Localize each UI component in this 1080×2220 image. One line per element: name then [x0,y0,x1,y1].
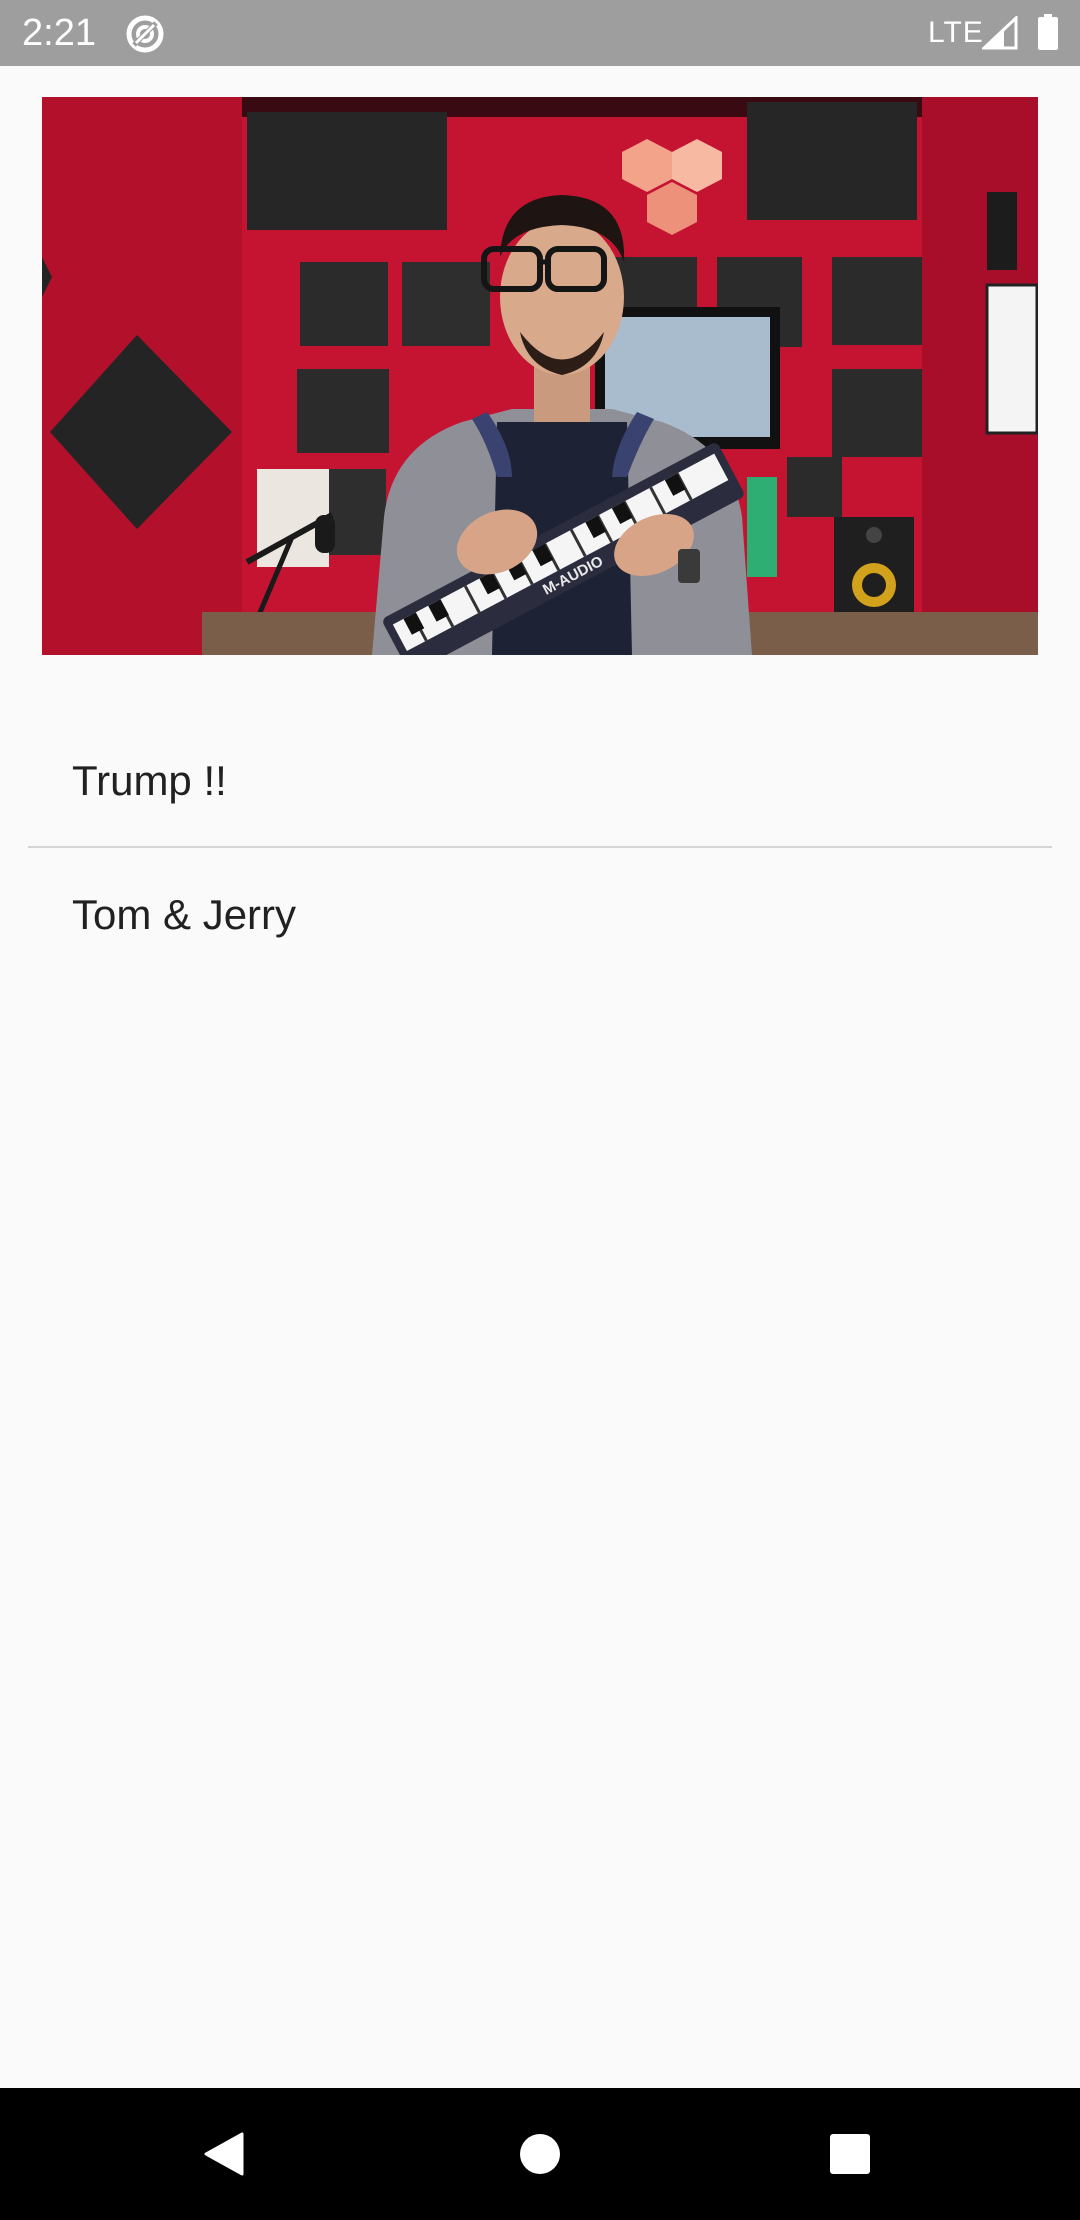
back-icon[interactable] [190,2118,262,2190]
video-list: Trump !! Tom & Jerry [28,714,1052,982]
video-thumbnail: M-AUDIO [42,97,1038,655]
list-item[interactable]: Trump !! [28,714,1052,848]
list-item[interactable]: Tom & Jerry [28,848,1052,982]
network-type: LTE [928,16,984,49]
list-item-label: Tom & Jerry [72,891,297,938]
navigation-bar [0,2088,1080,2220]
battery-icon [1038,14,1058,50]
video-player[interactable]: M-AUDIO [42,97,1038,655]
list-item-label: Trump !! [72,757,227,804]
sync-icon [126,15,164,53]
status-time: 2:21 [22,12,96,54]
signal-icon [982,16,1018,50]
recents-icon[interactable] [814,2118,886,2190]
home-icon[interactable] [504,2118,576,2190]
status-bar: 2:21 LTE [0,0,1080,66]
